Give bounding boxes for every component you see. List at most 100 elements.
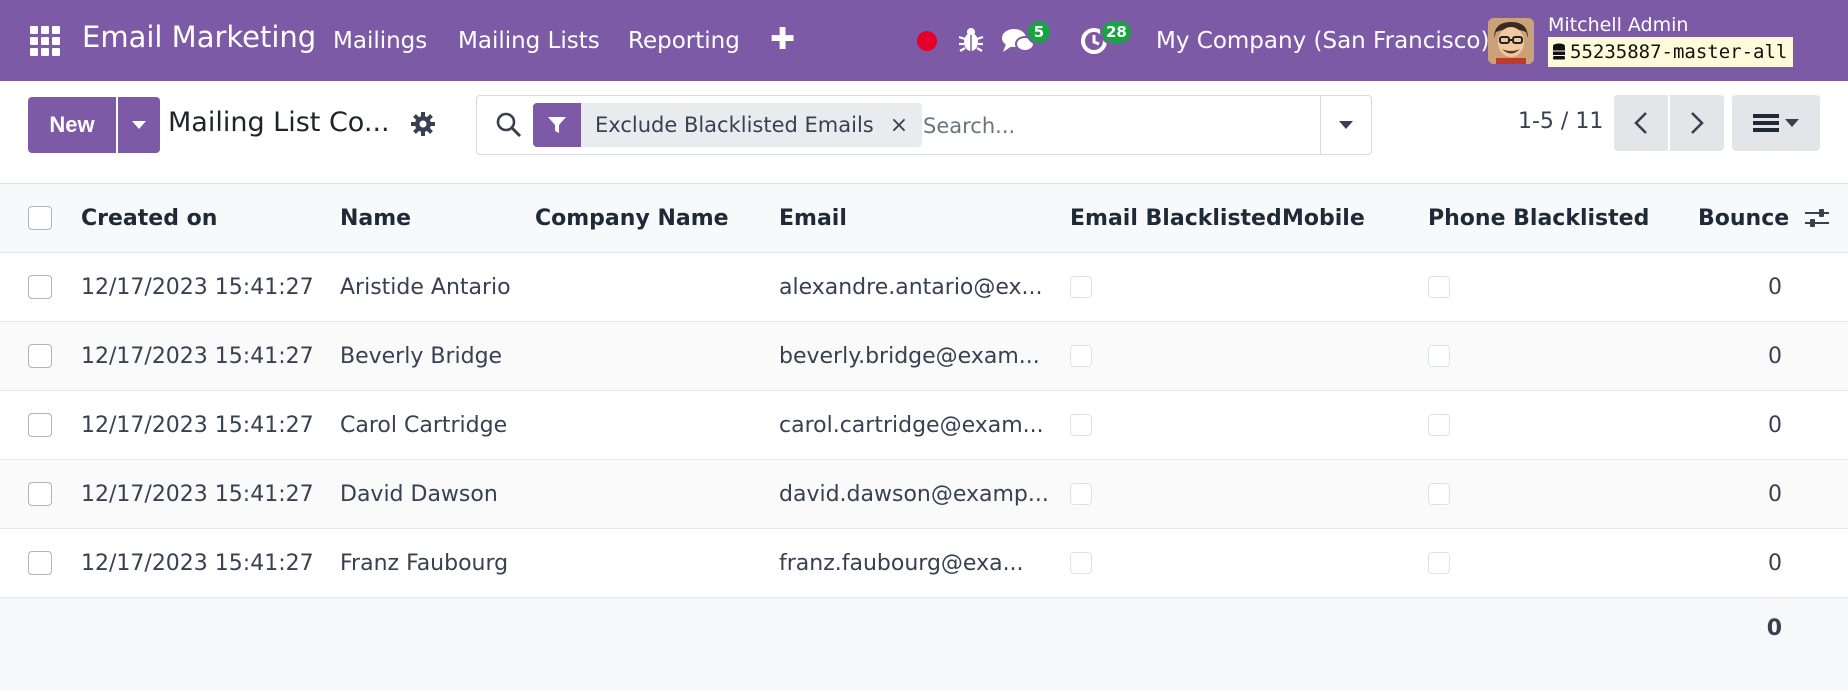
cell-email-blacklisted: [1070, 391, 1092, 459]
caret-down-icon: [1339, 121, 1353, 129]
select-all-checkbox[interactable]: [28, 206, 52, 230]
email-blacklisted-checkbox: [1070, 414, 1092, 436]
search-facet: Exclude Blacklisted Emails ×: [533, 103, 923, 147]
cell-bounce: 0: [1768, 274, 1782, 300]
menu-mailings[interactable]: Mailings: [333, 28, 427, 54]
cell-name: Beverly Bridge: [340, 343, 503, 369]
remove-facet-icon[interactable]: ×: [890, 113, 922, 138]
column-company-name[interactable]: Company Name: [535, 184, 729, 252]
cell-phone-blacklisted: [1428, 460, 1450, 528]
bounce-total: 0: [1766, 616, 1782, 641]
cell-created-on: 12/17/2023 15:41:27: [81, 550, 314, 576]
cell-bounce: 0: [1768, 481, 1782, 507]
chat-count-badge: 5: [1026, 19, 1052, 45]
pager-next-button[interactable]: [1670, 95, 1724, 151]
column-email[interactable]: Email: [779, 184, 847, 252]
pager-value[interactable]: 1-5 / 11: [1518, 109, 1603, 134]
cell-email: carol.cartridge@exam...: [779, 412, 1044, 438]
row-checkbox-cell: [28, 391, 52, 459]
email-blacklisted-checkbox: [1070, 345, 1092, 367]
phone-blacklisted-checkbox: [1428, 276, 1450, 298]
row-checkbox[interactable]: [28, 275, 52, 299]
record-indicator-icon[interactable]: [917, 31, 937, 51]
table-row[interactable]: 12/17/2023 15:41:27 David Dawson david.d…: [0, 460, 1848, 529]
cell-phone-blacklisted: [1428, 322, 1450, 390]
column-bounce[interactable]: Bounce: [1698, 184, 1789, 252]
cell-email-blacklisted: [1070, 460, 1092, 528]
top-navbar: Email Marketing Mailings Mailing Lists R…: [0, 0, 1848, 81]
cell-email-blacklisted: [1070, 253, 1092, 321]
list-view: Created on Name Company Name Email Email…: [0, 184, 1848, 598]
row-checkbox-cell: [28, 322, 52, 390]
column-email-blacklisted[interactable]: Email Blacklisted: [1070, 184, 1282, 252]
cell-phone-blacklisted: [1428, 391, 1450, 459]
phone-blacklisted-checkbox: [1428, 552, 1450, 574]
gear-icon[interactable]: [410, 111, 436, 137]
company-switcher[interactable]: My Company (San Francisco): [1156, 28, 1489, 54]
cell-phone-blacklisted: [1428, 253, 1450, 321]
column-name[interactable]: Name: [340, 184, 411, 252]
column-phone-blacklisted[interactable]: Phone Blacklisted: [1428, 184, 1649, 252]
caret-down-icon: [1785, 119, 1799, 127]
cell-name: Carol Cartridge: [340, 412, 508, 438]
phone-blacklisted-checkbox: [1428, 414, 1450, 436]
cell-email: david.dawson@examp...: [779, 481, 1049, 507]
cell-email-blacklisted: [1070, 529, 1092, 597]
table-row[interactable]: 12/17/2023 15:41:27 Beverly Bridge bever…: [0, 322, 1848, 391]
row-checkbox[interactable]: [28, 551, 52, 575]
cell-created-on: 12/17/2023 15:41:27: [81, 343, 314, 369]
row-checkbox-cell: [28, 253, 52, 321]
cell-name: Franz Faubourg: [340, 550, 509, 576]
user-avatar[interactable]: [1488, 18, 1534, 64]
table-row[interactable]: 12/17/2023 15:41:27 Aristide Antario ale…: [0, 253, 1848, 322]
email-blacklisted-checkbox: [1070, 483, 1092, 505]
cell-created-on: 12/17/2023 15:41:27: [81, 481, 314, 507]
control-panel: New Mailing List Co... Exclude Blacklist…: [0, 81, 1848, 184]
page-title: Mailing List Co...: [168, 107, 390, 138]
column-mobile[interactable]: Mobile: [1282, 184, 1365, 252]
new-button[interactable]: New: [28, 97, 116, 153]
bug-icon[interactable]: [958, 26, 984, 54]
table-row[interactable]: 12/17/2023 15:41:27 Franz Faubourg franz…: [0, 529, 1848, 598]
search-icon[interactable]: [495, 111, 523, 139]
search-input[interactable]: [921, 106, 1295, 146]
plus-icon[interactable]: ✚: [770, 22, 795, 57]
app-title[interactable]: Email Marketing: [82, 20, 316, 54]
cell-bounce: 0: [1768, 550, 1782, 576]
user-name[interactable]: Mitchell Admin: [1548, 14, 1688, 36]
row-checkbox[interactable]: [28, 344, 52, 368]
row-checkbox[interactable]: [28, 482, 52, 506]
database-tag: 55235887-master-all: [1548, 37, 1794, 67]
filter-icon: [533, 103, 581, 147]
column-created-on[interactable]: Created on: [81, 184, 217, 252]
view-switcher-button[interactable]: [1732, 95, 1820, 151]
cell-phone-blacklisted: [1428, 529, 1450, 597]
email-blacklisted-checkbox: [1070, 276, 1092, 298]
cell-bounce: 0: [1768, 412, 1782, 438]
cell-email: beverly.bridge@exam...: [779, 343, 1040, 369]
chevron-left-icon: [1634, 112, 1647, 134]
database-icon: [1553, 43, 1565, 60]
cell-email: alexandre.antario@ex...: [779, 274, 1043, 300]
cell-name: Aristide Antario: [340, 274, 511, 300]
sliders-icon: [1805, 209, 1829, 227]
phone-blacklisted-checkbox: [1428, 483, 1450, 505]
row-checkbox-cell: [28, 529, 52, 597]
app-grid-icon[interactable]: [30, 26, 60, 56]
cell-created-on: 12/17/2023 15:41:27: [81, 274, 314, 300]
caret-down-icon: [132, 121, 146, 129]
pager-previous-button[interactable]: [1614, 95, 1668, 151]
chevron-right-icon: [1691, 112, 1704, 134]
database-name: 55235887-master-all: [1570, 41, 1788, 63]
table-row[interactable]: 12/17/2023 15:41:27 Carol Cartridge caro…: [0, 391, 1848, 460]
optional-columns-toggle[interactable]: [1804, 184, 1830, 252]
row-checkbox-cell: [28, 460, 52, 528]
search-options-toggle[interactable]: [1320, 96, 1371, 154]
list-footer: 0: [0, 600, 1848, 660]
menu-reporting[interactable]: Reporting: [628, 28, 740, 54]
new-dropdown-toggle[interactable]: [118, 97, 160, 153]
menu-mailing-lists[interactable]: Mailing Lists: [458, 28, 600, 54]
select-all-checkbox-cell: [28, 184, 52, 252]
row-checkbox[interactable]: [28, 413, 52, 437]
search-bar: Exclude Blacklisted Emails ×: [476, 95, 1372, 155]
